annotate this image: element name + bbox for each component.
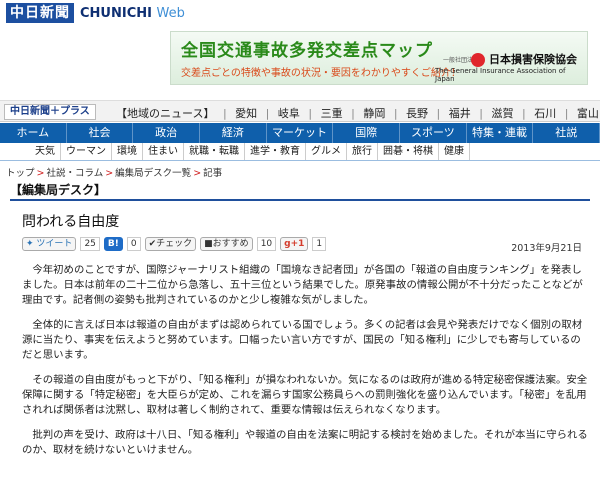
nav-economy[interactable]: 経済 — [200, 123, 267, 143]
breadcrumb-current: 記事 — [203, 168, 223, 179]
subnav-health[interactable]: 健康 — [439, 143, 470, 160]
assoc-name: 日本損害保険協会 — [489, 53, 577, 66]
recommend-count: 10 — [256, 237, 277, 251]
subnav-weather[interactable]: 天気 — [30, 143, 61, 160]
region-link-ishikawa[interactable]: 石川 — [534, 107, 556, 120]
mixi-check-button[interactable]: ✔チェック — [144, 237, 197, 251]
banner-subtitle: 交差点ごとの特徴や事故の状況・要因をわかりやすくご紹介！ — [181, 68, 461, 79]
recommend-button[interactable]: ■おすすめ — [200, 237, 253, 251]
assoc-logo-icon — [471, 53, 485, 67]
hatena-bookmark-button[interactable]: B! — [103, 237, 123, 251]
separator: | — [479, 107, 483, 120]
region-link-gifu[interactable]: 岐阜 — [278, 107, 300, 120]
article-title: 問われる自由度 — [22, 214, 120, 230]
subnav-travel[interactable]: 旅行 — [347, 143, 378, 160]
breadcrumb-editorial[interactable]: 社説・コラム — [46, 168, 103, 179]
breadcrumb-arrow-icon: > — [193, 168, 202, 179]
separator: | — [351, 107, 355, 120]
article-date: 2013年9月21日 — [511, 243, 582, 254]
separator: | — [308, 107, 313, 120]
article-body: 今年初めのことですが、国際ジャーナリスト組織の「国境なき記者団」が各国の「報道の… — [22, 263, 590, 468]
banner-ad[interactable]: 全国交通事故多発交差点マップ 交差点ごとの特徴や事故の状況・要因をわかりやすくご… — [170, 31, 588, 85]
region-link-shiga[interactable]: 滋賀 — [491, 107, 513, 120]
assoc-english-name: The General Insurance Association of Jap… — [435, 67, 566, 83]
nav-society[interactable]: 社会 — [67, 123, 134, 143]
tweet-label: ツイート — [36, 239, 73, 249]
nav-international[interactable]: 国際 — [333, 123, 401, 143]
article-paragraph: その報道の自由度がもっと下がり、「知る権利」が損なわれないか。気になるのは政府が… — [22, 374, 588, 416]
breadcrumb-top[interactable]: トップ — [6, 168, 35, 179]
subnav-environment[interactable]: 環境 — [112, 143, 143, 160]
site-header: 中日新聞 CHUNICHI Web — [0, 0, 600, 26]
breadcrumb: トップ > 社説・コラム > 編集局デスク一覧 > 記事 — [6, 165, 222, 179]
separator: | — [393, 107, 398, 120]
subnav-education[interactable]: 進学・教育 — [245, 143, 306, 160]
plus-logo[interactable]: 中日新聞＋プラス — [4, 104, 96, 120]
region-link-shizuoka[interactable]: 静岡 — [363, 107, 385, 120]
separator: | — [436, 107, 441, 120]
nav-editorial[interactable]: 社説 — [533, 123, 600, 143]
nav-politics[interactable]: 政治 — [133, 123, 201, 143]
article-paragraph: 批判の声を受け、政府は十八日、「知る権利」や報道の自由を法案に明記する検討を始め… — [22, 429, 588, 456]
region-link-fukui[interactable]: 福井 — [449, 107, 471, 120]
breadcrumb-desk-list[interactable]: 編集局デスク一覧 — [115, 168, 191, 179]
recommend-label: おすすめ — [212, 239, 249, 249]
banner-title: 全国交通事故多発交差点マップ — [181, 41, 433, 61]
region-link-aichi[interactable]: 愛知 — [235, 107, 257, 120]
subnav-woman[interactable]: ウーマン — [61, 143, 112, 160]
twitter-icon: ✦ — [26, 239, 34, 249]
google-plus-button[interactable]: g+1 — [280, 237, 309, 251]
section-title: 【編集局デスク】 — [10, 181, 590, 201]
region-label: 【地域のニュース】 — [116, 107, 215, 120]
region-link-toyama[interactable]: 富山 — [577, 107, 599, 120]
site-logo[interactable]: 中日新聞 — [6, 3, 74, 23]
logo-latin-text: CHUNICHI — [80, 6, 152, 21]
hatena-count: 0 — [126, 237, 141, 251]
nav-sports[interactable]: スポーツ — [400, 123, 467, 143]
region-bar: 中日新聞＋プラス 【地域のニュース】 | 愛知 | 岐阜 | 三重 | 静岡 |… — [0, 100, 600, 122]
separator: | — [265, 107, 270, 120]
site-logo-latin[interactable]: CHUNICHI Web — [80, 6, 185, 21]
main-nav: ホーム 社会 政治 経済 マーケット 国際 スポーツ 特集・連載 社説 — [0, 123, 600, 143]
separator: | — [521, 107, 526, 120]
region-link-mie[interactable]: 三重 — [321, 107, 343, 120]
gplus-count: 1 — [312, 237, 327, 251]
nav-features[interactable]: 特集・連載 — [467, 123, 534, 143]
logo-web-text: Web — [156, 6, 185, 21]
breadcrumb-arrow-icon: > — [105, 168, 114, 179]
breadcrumb-arrow-icon: > — [36, 168, 45, 179]
subnav-housing[interactable]: 住まい — [143, 143, 184, 160]
subnav-jobs[interactable]: 就職・転職 — [184, 143, 245, 160]
nav-home[interactable]: ホーム — [0, 123, 67, 143]
nav-market[interactable]: マーケット — [267, 123, 334, 143]
check-label: チェック — [156, 239, 193, 249]
separator: | — [222, 107, 227, 120]
article-paragraph: 全体的に言えば日本は報道の自由がまずは認められている国でしょう。多くの記者は会見… — [22, 319, 583, 361]
recommend-icon: ■ — [204, 239, 213, 249]
region-links: 【地域のニュース】 | 愛知 | 岐阜 | 三重 | 静岡 | 長野 | 福井 … — [116, 105, 600, 121]
subnav-gourmet[interactable]: グルメ — [306, 143, 347, 160]
check-icon: ✔ — [148, 239, 157, 249]
tweet-button[interactable]: ✦ ツイート — [22, 237, 77, 251]
sub-nav: 天気 ウーマン 環境 住まい 就職・転職 進学・教育 グルメ 旅行 囲碁・将棋 … — [0, 143, 600, 161]
social-buttons: ✦ ツイート 25 B! 0 ✔チェック ■おすすめ 10 g+1 1 — [22, 237, 327, 251]
region-link-nagano[interactable]: 長野 — [406, 107, 428, 120]
subnav-go-shogi[interactable]: 囲碁・将棋 — [378, 143, 439, 160]
tweet-count: 25 — [80, 237, 100, 251]
article-paragraph: 今年初めのことですが、国際ジャーナリスト組織の「国境なき記者団」が各国の「報道の… — [22, 264, 583, 306]
separator: | — [564, 107, 569, 120]
